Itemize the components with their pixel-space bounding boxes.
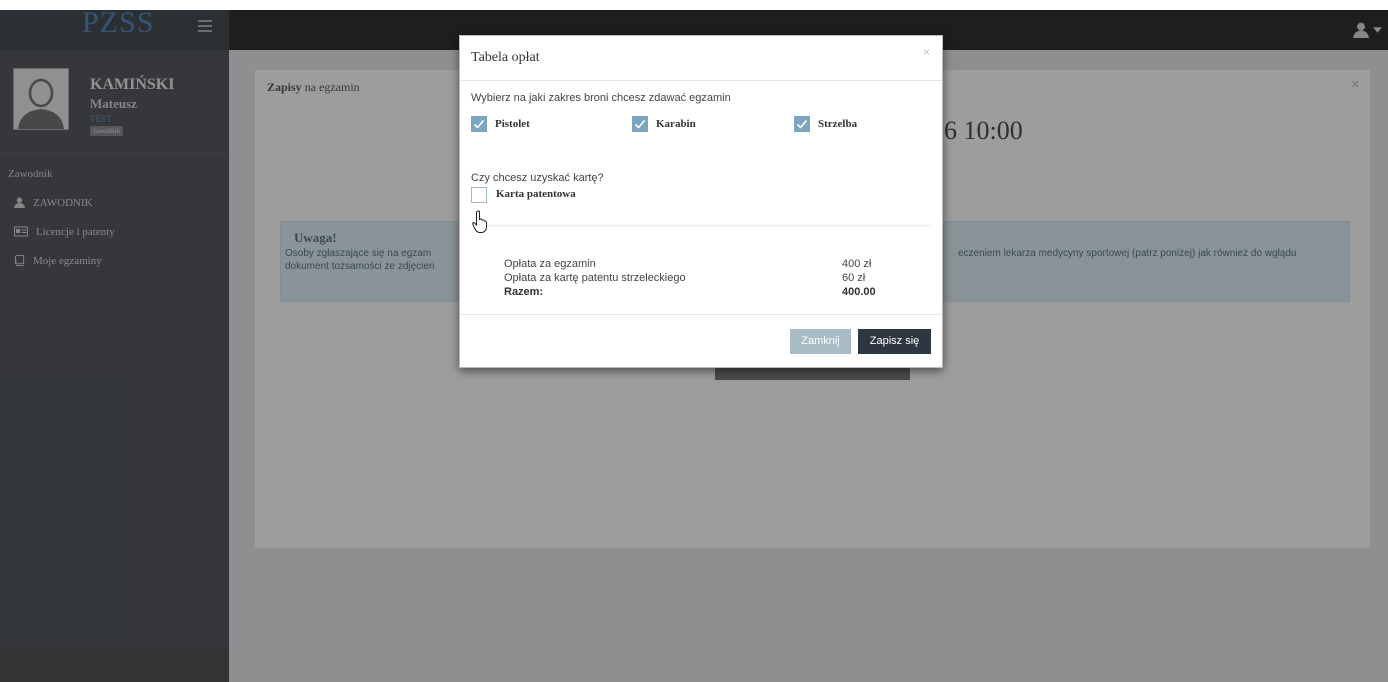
check-icon <box>634 119 646 129</box>
check-icon <box>796 119 808 129</box>
close-button[interactable]: Zamknij <box>790 329 851 354</box>
fee-table-modal: Tabela opłat × Wybierz na jaki zakres br… <box>459 35 943 368</box>
fee-value-card: 60 zł <box>842 272 866 284</box>
checkbox-strzelba[interactable] <box>794 116 810 132</box>
checkbox-label-strzelba[interactable]: Strzelba <box>818 118 857 130</box>
close-icon[interactable]: × <box>923 45 930 59</box>
checkbox-label-karabin[interactable]: Karabin <box>656 118 696 130</box>
modal-header: Tabela opłat × <box>460 36 942 81</box>
checkbox-karta-patentowa[interactable] <box>471 187 487 203</box>
total-label: Razem: <box>504 286 544 298</box>
checkbox-label-karta-patentowa[interactable]: Karta patentowa <box>496 188 576 200</box>
fee-label-exam: Opłata za egzamin <box>504 258 596 270</box>
hand-pointer-icon <box>472 210 487 233</box>
fee-label-card: Opłata za kartę patentu strzeleckiego <box>504 272 686 284</box>
checkbox-pistolet[interactable] <box>471 116 487 132</box>
weapon-question: Wybierz na jaki zakres broni chcesz zdaw… <box>471 92 731 104</box>
fee-value-exam: 400 zł <box>842 258 872 270</box>
modal-footer-divider <box>460 314 942 315</box>
checkbox-label-pistolet[interactable]: Pistolet <box>495 118 530 130</box>
modal-divider <box>471 225 931 226</box>
total-value: 400.00 <box>842 286 876 298</box>
card-question: Czy chcesz uzyskać kartę? <box>471 172 604 184</box>
check-icon <box>473 119 485 129</box>
register-button[interactable]: Zapisz się <box>858 329 931 354</box>
modal-title: Tabela opłat <box>471 50 540 65</box>
checkbox-karabin[interactable] <box>632 116 648 132</box>
app-root: PZSS KAMIŃSKI Mateusz TEST zawodnik Zawo… <box>0 6 1388 682</box>
